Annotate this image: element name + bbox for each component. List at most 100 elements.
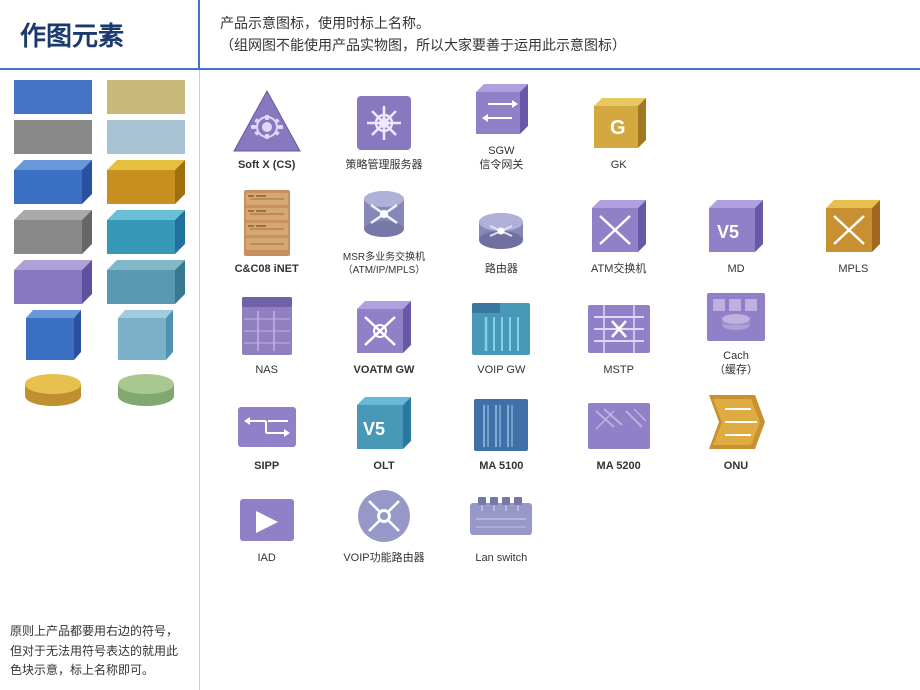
md-item: V5 MD (679, 185, 792, 277)
ma5100-item: MA 5100 (445, 389, 558, 473)
color-row-1 (10, 80, 189, 114)
sgw-item: SGW信令网关 (445, 78, 558, 173)
color-row-5 (10, 260, 189, 304)
header-description: 产品示意图标，使用时标上名称。 （组网图不能使用产品实物图，所以大家要善于运用此… (200, 0, 646, 68)
iad-label: IAD (257, 551, 275, 565)
desc-line2: （组网图不能使用产品实物图，所以大家要善于运用此示意图标） (220, 34, 626, 56)
cyan-3d-box (107, 210, 185, 254)
ma5100-icon (468, 389, 534, 455)
empty-6 (679, 485, 792, 565)
mpls-label: MPLS (838, 262, 868, 276)
gold-disk (23, 366, 83, 406)
desc-line1: 产品示意图标，使用时标上名称。 (220, 12, 626, 34)
sipp-label: SIPP (254, 459, 279, 473)
right-panel: Soft X (CS) 策略管理服务器 (200, 70, 920, 690)
ma5200-icon (584, 395, 654, 455)
iad-item: IAD (210, 485, 323, 565)
softx-label: Soft X (CS) (238, 158, 295, 172)
svg-text:V5: V5 (717, 222, 739, 242)
gk-label: GK (611, 158, 627, 172)
voip-gw-item: VOIP GW (445, 289, 558, 378)
olt-icon: V5 (351, 389, 417, 455)
page: 作图元素 产品示意图标，使用时标上名称。 （组网图不能使用产品实物图，所以大家要… (0, 0, 920, 690)
softx-icon (232, 89, 302, 154)
lightcyan-tall-3d-box (118, 310, 173, 360)
empty-4 (797, 389, 910, 473)
tan-flat-box (107, 80, 185, 114)
olt-item: V5 OLT (327, 389, 440, 473)
color-row-4 (10, 210, 189, 254)
blue-flat-box (14, 80, 92, 114)
msr-icon (353, 185, 415, 247)
md-icon: V5 (703, 192, 769, 258)
cach-icon (703, 289, 769, 345)
atm-item: ATM交换机 (562, 185, 675, 277)
mpls-icon (820, 192, 886, 258)
color-row-2 (10, 120, 189, 154)
cc08-label: C&C08 iNET (235, 262, 299, 276)
lightblue-flat-box (107, 120, 185, 154)
svg-text:G: G (610, 117, 626, 139)
voip-gw-label: VOIP GW (477, 363, 525, 377)
voatm-icon (351, 293, 417, 359)
voip-gw-icon (468, 293, 534, 359)
onu-icon (703, 389, 769, 455)
voip-router-item: VOIP功能路由器 (327, 485, 440, 565)
nas-icon (236, 289, 298, 359)
page-title: 作图元素 (0, 0, 200, 68)
gk-icon: G (588, 92, 650, 154)
left-text-content: 原则上产品都要用右边的符号，但对于无法用符号表达的就用此色块示意，标上名称即可。 (10, 622, 189, 680)
mstp-item: MSTP (562, 289, 675, 378)
ma5200-label: MA 5200 (597, 459, 641, 473)
atm-label: ATM交换机 (591, 262, 646, 276)
msr-label: MSR多业务交换机（ATM/IP/MPLS） (343, 251, 426, 277)
atm-icon (586, 192, 652, 258)
softx-item: Soft X (CS) (210, 78, 323, 173)
sipp-icon (234, 399, 300, 455)
color-row-3 (10, 160, 189, 204)
main-content: 原则上产品都要用右边的符号，但对于无法用符号表达的就用此色块示意，标上名称即可。 (0, 70, 920, 690)
blue-tall-3d-box (26, 310, 81, 360)
voip-router-label: VOIP功能路由器 (343, 551, 424, 565)
router-label: 路由器 (485, 262, 518, 276)
nas-label: NAS (255, 363, 278, 377)
voatm-item: VOATM GW (327, 289, 440, 378)
router-item: 路由器 (445, 185, 558, 277)
mstp-label: MSTP (603, 363, 634, 377)
cach-item: Cach（缓存） (679, 289, 792, 378)
mpls-item: MPLS (797, 185, 910, 277)
policy-server-icon (353, 92, 415, 154)
gray-3d-box (14, 210, 92, 254)
msr-item: MSR多业务交换机（ATM/IP/MPLS） (327, 185, 440, 277)
lan-switch-item: Lan switch (445, 485, 558, 565)
md-label: MD (727, 262, 744, 276)
blue-3d-box (14, 160, 92, 204)
router-icon (470, 208, 532, 258)
icons-grid: Soft X (CS) 策略管理服务器 (210, 78, 910, 566)
lan-switch-icon (466, 491, 536, 547)
yellow-3d-box (107, 160, 185, 204)
empty-5 (562, 485, 675, 565)
header: 作图元素 产品示意图标，使用时标上名称。 （组网图不能使用产品实物图，所以大家要… (0, 0, 920, 70)
green-disk (116, 366, 176, 406)
olt-label: OLT (373, 459, 394, 473)
svg-text:V5: V5 (363, 419, 385, 439)
sgw-label: SGW信令网关 (479, 144, 523, 173)
nas-item: NAS (210, 289, 323, 378)
color-row-6 (10, 310, 189, 360)
ma5200-item: MA 5200 (562, 389, 675, 473)
onu-label: ONU (724, 459, 748, 473)
left-panel-description: 原则上产品都要用右边的符号，但对于无法用符号表达的就用此色块示意，标上名称即可。 (10, 610, 189, 680)
purple-3d-box (14, 260, 92, 304)
gray-flat-box (14, 120, 92, 154)
empty-1 (679, 78, 792, 173)
onu-item: ONU (679, 389, 792, 473)
empty-2 (797, 78, 910, 173)
voip-router-icon (353, 485, 415, 547)
cach-label: Cach（缓存） (714, 349, 758, 378)
gk-item: G GK (562, 78, 675, 173)
green-3d-box (107, 260, 185, 304)
mstp-icon (584, 297, 654, 359)
ma5100-label: MA 5100 (479, 459, 523, 473)
lan-switch-label: Lan switch (475, 551, 527, 565)
